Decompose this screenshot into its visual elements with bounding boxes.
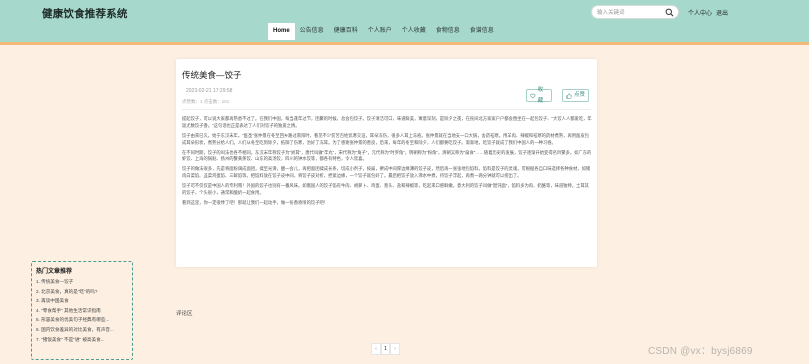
- article-title: 传统美食—饺子: [182, 70, 242, 80]
- logout-link[interactable]: 退出: [716, 8, 728, 17]
- hot-article-item[interactable]: 4. "零食帮手" 其他生活常识指南: [36, 306, 114, 316]
- article-paragraph: 提起饺子，可以说大家都再熟悉不过了。在我们中国，每当逢年过节，团聚的时候，总会包…: [182, 116, 592, 128]
- site-header: 健康饮食推荐系统 个人中心 退出 Home 公告信息 健康百科 个人账户 个人收…: [0, 0, 809, 42]
- article-paragraph: 饺子由来已久。始于东汉末年。"医圣"张仲景在冬至回乡路过南阳时，看见不少贫苦百姓…: [182, 132, 589, 145]
- pagination: ‹ 1 ›: [371, 343, 400, 355]
- collect-label: 收藏: [537, 86, 544, 104]
- nav-food-info[interactable]: 食物信息: [431, 23, 465, 40]
- personal-center-link[interactable]: 个人中心: [688, 8, 712, 17]
- page-number-button[interactable]: 1: [381, 343, 390, 355]
- main-nav: Home 公告信息 健康百科 个人账户 个人收藏 食物信息 食谱信息: [268, 23, 499, 40]
- article-paragraph: 饺子可不仅仅是中国人的专利哦！外国的饺子也别有一番风味。如俄国人的饺子馅有牛肉、…: [182, 183, 589, 195]
- hot-article-item[interactable]: 6. 国内饮食差异的对比美食，有声音...: [36, 325, 114, 335]
- nav-announcements[interactable]: 公告信息: [295, 23, 329, 40]
- hot-article-item[interactable]: 2. 北京美食，真的是"吃"的吗?: [36, 287, 114, 297]
- hot-article-item[interactable]: 5. 形容美食的优美句子经典有哪些...: [36, 315, 114, 325]
- heart-icon: [530, 93, 536, 98]
- collect-button[interactable]: 收藏: [526, 87, 552, 104]
- title-divider: [182, 109, 591, 110]
- comments-section-label: 评论区: [176, 311, 193, 317]
- search-box[interactable]: [591, 5, 679, 19]
- like-button[interactable]: 点赞: [562, 89, 589, 102]
- article-paragraph: 饺子的做法很多，先是将面粉调成面团，揉至光滑，醒一会儿，再把面团揉成长条，切成小…: [182, 166, 591, 179]
- search-input[interactable]: [597, 7, 663, 18]
- like-label: 点赞: [574, 92, 586, 98]
- hot-article-item[interactable]: 7. "猪饭美食" 不是"进" 被高美食...: [36, 335, 114, 345]
- article-body: 提起饺子，可以说大家都再熟悉不过了。在我们中国，每当逢年过节，团聚的时候，总会包…: [182, 116, 592, 210]
- hot-articles-list: 1. 传统美食—饺子 2. 北京美食，真的是"吃"的吗? 3. 再谈中国美食 4…: [36, 277, 114, 344]
- hot-articles-title: 热门文章推荐: [36, 269, 73, 275]
- next-page-button[interactable]: ›: [390, 343, 400, 355]
- nav-home[interactable]: Home: [268, 23, 295, 40]
- article-stats: 点赞数：1 点击数：101: [182, 99, 230, 104]
- nav-favorites[interactable]: 个人收藏: [397, 23, 431, 40]
- hot-article-item[interactable]: 1. 传统美食—饺子: [36, 277, 114, 287]
- nav-account[interactable]: 个人账户: [363, 23, 397, 40]
- nav-recipes[interactable]: 食谱信息: [465, 23, 499, 40]
- hot-article-item[interactable]: 3. 再谈中国美食: [36, 296, 114, 306]
- thumbs-up-icon: [566, 92, 572, 99]
- csdn-watermark: CSDN @vx：bysj6869: [648, 346, 753, 357]
- nav-health-wiki[interactable]: 健康百科: [329, 23, 363, 40]
- search-icon[interactable]: [665, 8, 674, 17]
- site-title[interactable]: 健康饮食推荐系统: [42, 6, 128, 21]
- hot-articles-panel: 热门文章推荐 1. 传统美食—饺子 2. 北京美食，真的是"吃"的吗? 3. 再…: [31, 261, 133, 360]
- prev-page-button[interactable]: ‹: [371, 343, 381, 355]
- header-accent-strip: [0, 42, 809, 45]
- article-date: 2023-02-21 17:29:58: [186, 88, 233, 94]
- article-paragraph: 在不同时期，饺子的叫法也各不相同。东汉末年称饺子为"娇耳"，唐代叫做"牢丸"，宋…: [182, 149, 592, 162]
- article-card: 传统美食—饺子 2023-02-21 17:29:58 点赞数：1 点击数：10…: [176, 59, 597, 267]
- article-paragraph: 看到这里，你一定很馋了吧！那就让我们一起动手，做一份香喷喷的饺子吧！: [182, 199, 329, 205]
